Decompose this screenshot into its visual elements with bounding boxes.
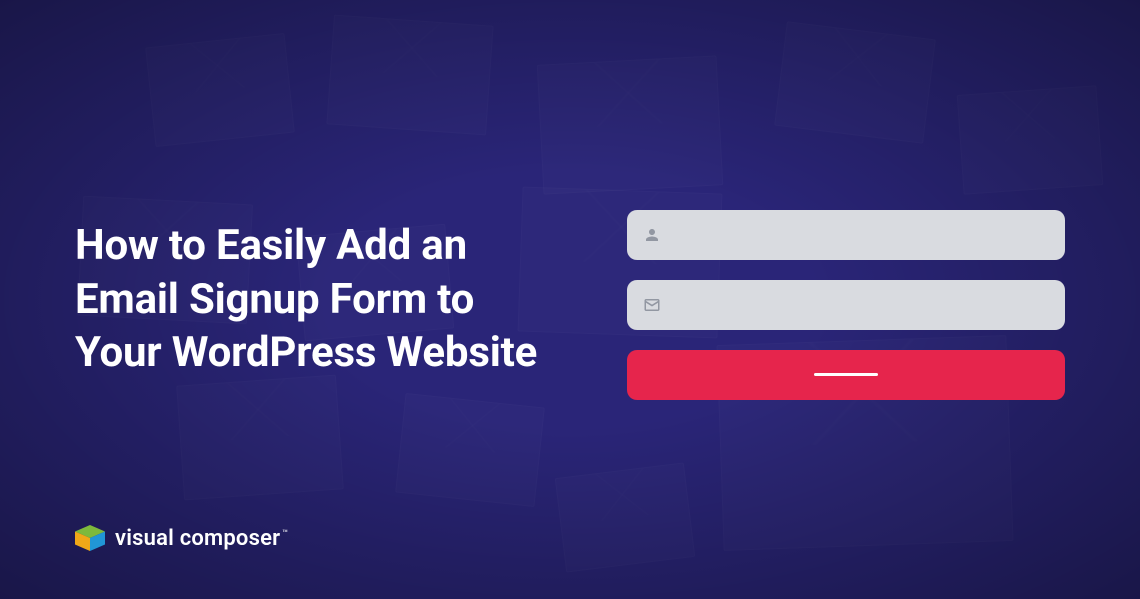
brand-logo (75, 525, 105, 551)
brand-name: visual composer™ (115, 526, 288, 551)
signup-form (627, 210, 1065, 400)
mail-icon (643, 296, 661, 314)
brand: visual composer™ (75, 525, 288, 551)
name-field[interactable] (627, 210, 1065, 260)
trademark: ™ (282, 529, 288, 539)
user-icon (643, 226, 661, 244)
email-field[interactable] (627, 280, 1065, 330)
left-column: How to Easily Add an Email Signup Form t… (75, 219, 567, 380)
page-title: How to Easily Add an Email Signup Form t… (75, 219, 567, 380)
content: How to Easily Add an Email Signup Form t… (0, 0, 1140, 599)
submit-button-label (814, 373, 878, 376)
submit-button[interactable] (627, 350, 1065, 400)
